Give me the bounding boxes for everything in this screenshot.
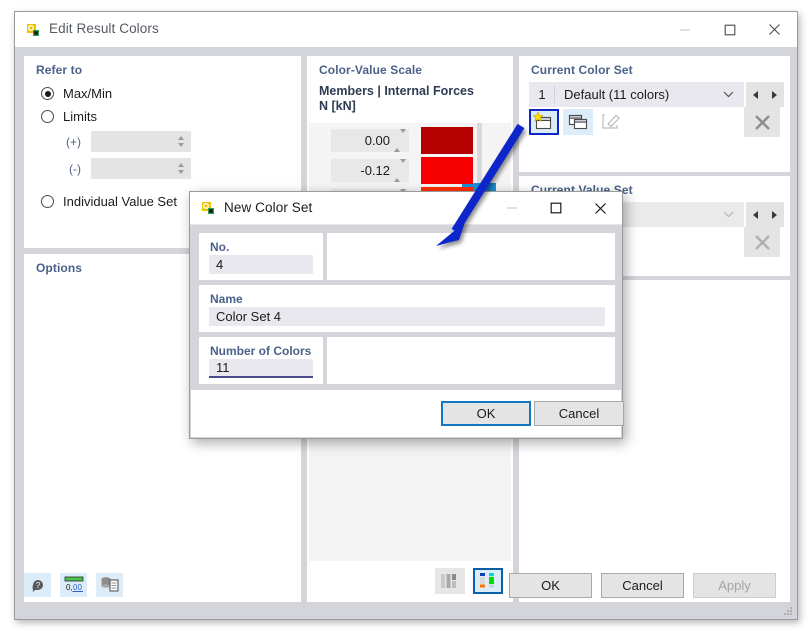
name-value: Color Set 4 [216, 309, 282, 324]
window-titlebar: Edit Result Colors [15, 12, 797, 48]
ok-button-label: OK [541, 578, 560, 593]
current-color-set-panel: Current Color Set 1 Default (11 colors) [519, 56, 790, 172]
radio-limits-indicator [41, 110, 54, 123]
edit-color-set-button [597, 109, 627, 135]
window-controls [662, 12, 797, 47]
color-set-name: Default (11 colors) [564, 87, 670, 102]
scale-value: -0.12 [360, 163, 390, 178]
apply-button-label: Apply [718, 578, 751, 593]
modal-minimize-button[interactable] [490, 192, 534, 224]
modal-ok-button[interactable]: OK [441, 401, 531, 426]
copy-color-set-button[interactable] [563, 109, 593, 135]
number-of-colors-input[interactable]: 11 [209, 359, 313, 378]
limit-positive-label: (+) [66, 135, 81, 149]
limit-positive-stepper[interactable] [172, 132, 189, 151]
app-icon [200, 200, 216, 216]
cancel-button[interactable]: Cancel [601, 573, 684, 598]
limit-negative-input[interactable] [91, 158, 191, 179]
dialog-bottom-bar: ? 0, 00 OK Cancel Apply [15, 567, 797, 619]
options-title: Options [36, 261, 83, 275]
color-value-scale-title: Color-Value Scale [319, 63, 423, 77]
scale-subtitle-line2: N [kN] [319, 99, 356, 113]
scale-value-input[interactable]: -0.12 [331, 159, 409, 182]
number-field-group: No. 4 [199, 233, 323, 280]
refer-to-title: Refer to [36, 63, 83, 77]
number-field-spacer [327, 233, 615, 280]
scale-row[interactable]: 0.00 [331, 127, 473, 154]
modal-window-controls [490, 192, 622, 224]
new-color-set-button[interactable] [529, 109, 559, 135]
scale-value: 0.00 [364, 133, 390, 148]
units-decimal-places-icon[interactable]: 0, 00 [60, 573, 87, 597]
radio-limits[interactable]: Limits [41, 109, 97, 124]
radio-individual-value-set[interactable]: Individual Value Set [41, 194, 177, 209]
radio-individual-value-set-label: Individual Value Set [63, 194, 177, 209]
value-set-nav-buttons [746, 202, 784, 227]
modal-close-icon[interactable] [578, 192, 622, 224]
maximize-button[interactable] [707, 12, 752, 47]
name-field-label: Name [210, 292, 243, 306]
radio-max-min-indicator [41, 87, 54, 100]
delete-value-set-button[interactable] [744, 227, 780, 257]
cancel-button-label: Cancel [622, 578, 663, 593]
scale-color-swatch[interactable] [421, 127, 473, 154]
ok-button[interactable]: OK [509, 573, 592, 598]
resize-grip[interactable] [783, 606, 793, 616]
scale-value-input[interactable]: 0.00 [331, 129, 409, 152]
radio-max-min-label: Max/Min [63, 86, 113, 101]
color-value-scale-subtitle: Members | Internal Forces N [kN] [319, 84, 474, 114]
name-input[interactable]: Color Set 4 [209, 307, 605, 326]
radio-max-min[interactable]: Max/Min [41, 86, 112, 101]
radio-individual-value-set-indicator [41, 195, 54, 208]
scale-row[interactable]: -0.12 [331, 157, 473, 184]
modal-title: New Color Set [224, 200, 313, 215]
radio-limits-label: Limits [63, 109, 97, 124]
number-field-label: No. [210, 240, 230, 254]
app-icon [25, 22, 41, 38]
scale-color-swatch[interactable] [421, 157, 473, 184]
database-export-icon[interactable] [96, 573, 123, 597]
color-set-number: 1 [530, 86, 555, 103]
help-icon[interactable]: ? [24, 573, 51, 597]
color-set-nav-buttons [746, 82, 784, 107]
value-set-prev-button[interactable] [746, 202, 765, 227]
name-field-group: Name Color Set 4 [199, 285, 615, 332]
modal-footer: OK Cancel [191, 390, 624, 437]
svg-text:0,: 0, [66, 583, 73, 592]
color-set-prev-button[interactable] [746, 82, 765, 107]
modal-maximize-button[interactable] [534, 192, 578, 224]
new-color-set-dialog: New Color Set No. 4 Name Color Set 4 Num… [189, 191, 624, 439]
color-set-dropdown[interactable]: 1 Default (11 colors) [529, 82, 744, 107]
limit-positive-input[interactable] [91, 131, 191, 152]
scale-value-stepper[interactable] [394, 159, 406, 182]
window-title: Edit Result Colors [49, 21, 159, 36]
apply-button: Apply [693, 573, 776, 598]
chevron-down-icon[interactable] [723, 89, 734, 101]
number-of-colors-label: Number of Colors [210, 344, 312, 358]
delete-color-set-button[interactable] [744, 107, 780, 137]
value-set-next-button[interactable] [765, 202, 784, 227]
close-icon[interactable] [752, 12, 797, 47]
modal-titlebar: New Color Set [190, 192, 622, 225]
number-input[interactable]: 4 [209, 255, 313, 274]
color-set-next-button[interactable] [765, 82, 784, 107]
minimize-button[interactable] [662, 12, 707, 47]
number-of-colors-spacer [327, 337, 615, 384]
modal-ok-label: OK [476, 406, 496, 421]
current-color-set-title: Current Color Set [531, 63, 633, 77]
scale-value-stepper[interactable] [394, 129, 406, 152]
modal-cancel-button[interactable]: Cancel [534, 401, 624, 426]
number-value: 4 [216, 257, 224, 272]
limit-negative-label: (-) [69, 162, 81, 176]
limit-negative-stepper[interactable] [172, 159, 189, 178]
screenshot-root: Edit Result Colors Refer to Max/Min Limi… [0, 0, 812, 631]
number-of-colors-field-group: Number of Colors 11 [199, 337, 323, 384]
svg-text:00: 00 [73, 583, 82, 592]
chevron-down-icon [723, 209, 734, 221]
svg-text:?: ? [35, 581, 40, 590]
number-of-colors-value: 11 [216, 360, 230, 375]
scale-subtitle-line1: Members | Internal Forces [319, 84, 474, 98]
modal-cancel-label: Cancel [558, 406, 600, 421]
